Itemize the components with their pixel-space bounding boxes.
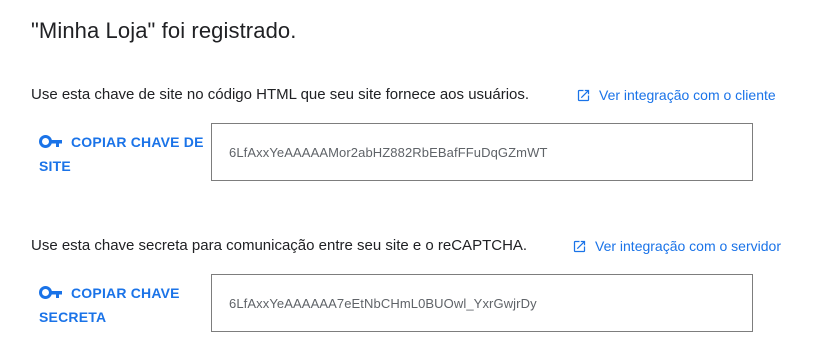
copy-secret-key-button[interactable]: COPIAR CHAVE SECRETA xyxy=(39,282,204,329)
client-integration-link[interactable]: Ver integração com o cliente xyxy=(576,87,776,103)
site-key-field[interactable]: 6LfAxxYeAAAAAMor2abHZ882RbEBafFFuDqGZmWT xyxy=(211,123,753,181)
page-title: "Minha Loja" foi registrado. xyxy=(31,18,297,43)
copy-site-key-label[interactable]: COPIAR CHAVE DE SITE xyxy=(39,134,204,174)
server-integration-link-label[interactable]: Ver integração com o servidor xyxy=(595,238,781,254)
open-in-new-icon xyxy=(573,240,586,252)
client-integration-link-label[interactable]: Ver integração com o cliente xyxy=(599,87,776,103)
open-in-new-icon xyxy=(577,89,590,101)
key-icon xyxy=(39,283,63,306)
server-integration-link[interactable]: Ver integração com o servidor xyxy=(572,238,781,254)
site-key-value: 6LfAxxYeAAAAAMor2abHZ882RbEBafFFuDqGZmWT xyxy=(229,144,548,160)
copy-site-key-button[interactable]: COPIAR CHAVE DE SITE xyxy=(39,131,204,178)
secret-key-value: 6LfAxxYeAAAAAA7eEtNbCHmL0BUOwl_YxrGwjrDy xyxy=(229,295,537,311)
site-key-description: Use esta chave de site no código HTML qu… xyxy=(31,86,530,103)
secret-key-description: Use esta chave secreta para comunicação … xyxy=(31,237,528,254)
key-icon xyxy=(39,132,63,155)
secret-key-field[interactable]: 6LfAxxYeAAAAAA7eEtNbCHmL0BUOwl_YxrGwjrDy xyxy=(211,274,753,332)
